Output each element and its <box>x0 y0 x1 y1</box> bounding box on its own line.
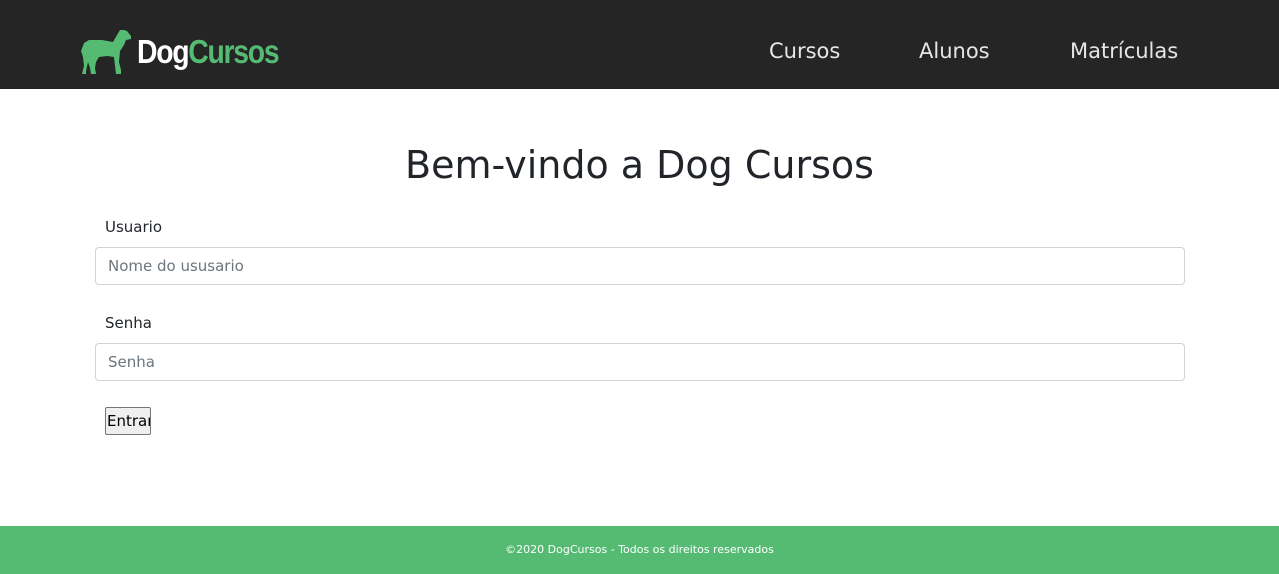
page-title: Bem-vindo a Dog Cursos <box>405 143 874 187</box>
brand-logo-link[interactable]: DogCursos <box>80 28 301 74</box>
password-label: Senha <box>105 314 152 332</box>
dog-logo-icon <box>81 30 131 74</box>
password-input[interactable] <box>95 343 1185 381</box>
username-label: Usuario <box>105 218 163 236</box>
brand-text-cursos: Cursos <box>188 32 279 70</box>
page-footer: ©2020 DogCursos - Todos os direitos rese… <box>0 526 1279 574</box>
login-button[interactable]: Entrar <box>105 407 151 435</box>
nav-link-matriculas[interactable]: Matrículas <box>1070 38 1178 64</box>
username-input[interactable] <box>95 247 1185 285</box>
brand-wordmark: DogCursos <box>137 32 280 70</box>
footer-copyright: ©2020 DogCursos - Todos os direitos rese… <box>505 543 774 556</box>
nav-link-cursos[interactable]: Cursos <box>769 38 840 64</box>
brand-text-dog: Dog <box>137 32 190 70</box>
nav-link-alunos[interactable]: Alunos <box>919 38 990 64</box>
top-navbar: DogCursos Cursos Alunos Matrículas <box>0 0 1279 89</box>
